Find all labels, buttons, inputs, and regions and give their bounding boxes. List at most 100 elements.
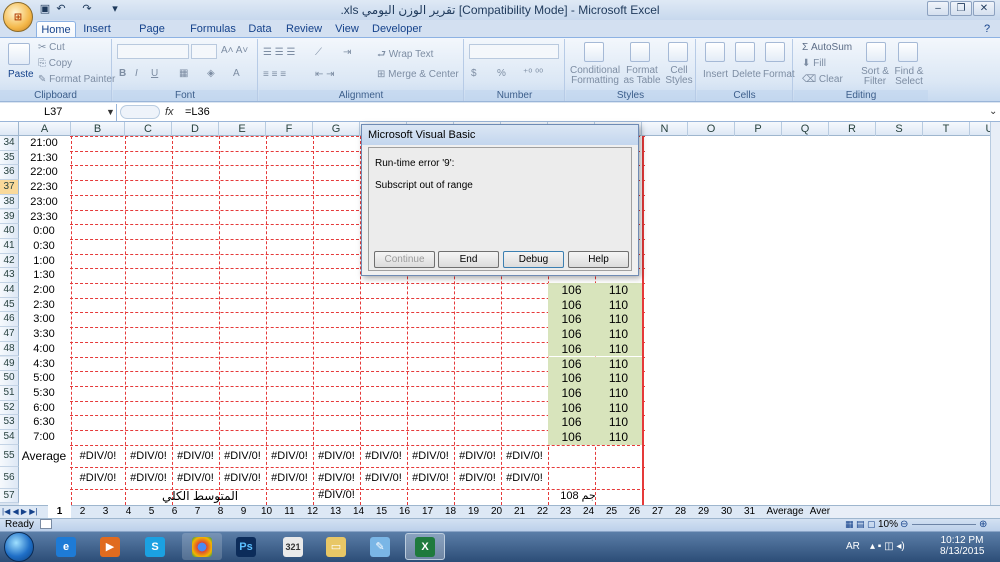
formula-expand-handle[interactable] <box>120 105 160 119</box>
insert-cells-icon[interactable] <box>705 42 725 62</box>
fill-button[interactable]: ⬇ Fill <box>802 58 826 69</box>
value-cell-m[interactable]: 110 <box>595 385 642 401</box>
close-icon[interactable]: ✕ <box>973 1 995 16</box>
sheet-tab[interactable]: 17 <box>416 505 439 518</box>
debug-button[interactable]: Debug <box>503 251 564 268</box>
paste-icon[interactable] <box>8 43 30 65</box>
zoom-out-icon[interactable]: ⊖ <box>900 519 908 530</box>
row-header-39[interactable]: 39 <box>0 209 19 225</box>
tab-view[interactable]: View <box>334 21 360 38</box>
end-button[interactable]: End <box>438 251 499 268</box>
font-color-icon[interactable]: A <box>233 68 240 79</box>
autosum-button[interactable]: Σ AutoSum <box>802 42 852 53</box>
minimize-icon[interactable]: – <box>927 1 949 16</box>
time-cell[interactable]: 1:30 <box>19 268 69 283</box>
column-header-r[interactable]: R <box>829 122 876 136</box>
time-cell[interactable]: 5:00 <box>19 371 69 386</box>
sheet-tab[interactable]: 9 <box>232 505 255 518</box>
time-cell[interactable]: 21:30 <box>19 151 69 166</box>
average-label[interactable]: Average <box>19 445 69 467</box>
grow-font-icon[interactable]: A˄ A˅ <box>221 45 248 56</box>
macro-record-icon[interactable] <box>40 519 52 529</box>
format-cells-icon[interactable] <box>765 42 785 62</box>
sheet-tab[interactable]: 13 <box>324 505 347 518</box>
row-header-50[interactable]: 50 <box>0 371 19 386</box>
column-header-o[interactable]: O <box>688 122 735 136</box>
sheet-tab[interactable]: 29 <box>692 505 715 518</box>
sheet-tab[interactable]: 2 <box>71 505 94 518</box>
sheet-tab[interactable]: 4 <box>117 505 140 518</box>
time-cell[interactable]: 1:00 <box>19 254 69 269</box>
delete-cells-icon[interactable] <box>735 42 755 62</box>
column-header-p[interactable]: P <box>735 122 782 136</box>
bold-icon[interactable]: B <box>119 68 126 79</box>
sheet-tab[interactable]: 22 <box>531 505 554 518</box>
time-cell[interactable]: 3:30 <box>19 327 69 342</box>
time-cell[interactable]: 6:30 <box>19 415 69 430</box>
column-header-g[interactable]: G <box>313 122 360 136</box>
percent-button[interactable]: % <box>497 68 506 79</box>
div-error-cell[interactable]: #DIV/0! <box>125 467 172 489</box>
delete-cells-button[interactable]: Delete <box>732 69 761 80</box>
overall-average-value[interactable]: #DIV/0! <box>313 489 360 501</box>
font-name-select[interactable] <box>117 44 189 59</box>
help-icon[interactable]: ? <box>984 23 990 35</box>
zoom-slider[interactable] <box>912 524 976 525</box>
overall-average-label[interactable]: المتوسط الكلي <box>125 489 275 503</box>
align-top-icons[interactable]: ☰ ☰ ☰ <box>263 47 295 58</box>
row-header-53[interactable]: 53 <box>0 415 19 430</box>
div-error-cell[interactable]: #DIV/0! <box>172 445 219 467</box>
orientation-icon[interactable]: ⟋ <box>315 47 322 58</box>
sheet-tab[interactable]: 11 <box>278 505 301 518</box>
value-cell-m[interactable]: 110 <box>595 400 642 416</box>
name-box[interactable]: L37 <box>0 104 117 121</box>
column-header-a[interactable]: A <box>19 122 71 136</box>
sort-filter-button[interactable]: Sort & Filter <box>858 67 892 87</box>
photoshop-icon[interactable]: Ps <box>236 537 256 557</box>
row-header-38[interactable]: 38 <box>0 194 19 210</box>
format-table-icon[interactable] <box>630 42 650 62</box>
name-box-dropdown-icon[interactable]: ▼ <box>106 107 115 117</box>
div-error-cell[interactable]: #DIV/0! <box>71 467 125 489</box>
column-header-t[interactable]: T <box>923 122 970 136</box>
sheet-tab[interactable]: 8 <box>209 505 232 518</box>
row-header-48[interactable]: 48 <box>0 341 19 357</box>
tab-developer[interactable]: Developer <box>372 21 422 38</box>
value-cell-l[interactable]: 106 <box>548 327 595 342</box>
time-cell[interactable]: 21:00 <box>19 136 69 151</box>
value-cell-m[interactable]: 110 <box>595 371 642 386</box>
row-header-57[interactable]: 57 <box>0 488 19 504</box>
row-header-42[interactable]: 42 <box>0 253 19 269</box>
merge-center-button[interactable]: ⊞ Merge & Center <box>377 69 459 80</box>
decimal-icon[interactable]: ⁺⁰ ⁰⁰ <box>523 68 543 79</box>
time-cell[interactable]: 23:00 <box>19 195 69 210</box>
insert-function-icon[interactable]: fx <box>165 104 174 121</box>
value-cell-l[interactable]: 106 <box>548 356 595 372</box>
copy-button[interactable]: ⎘ Copy <box>38 58 72 69</box>
value-cell-m[interactable]: 110 <box>595 341 642 357</box>
div-error-cell[interactable]: #DIV/0! <box>501 445 548 467</box>
row-header-41[interactable]: 41 <box>0 238 19 254</box>
media-player-icon[interactable]: ▶ <box>100 537 120 557</box>
sheet-nav-icons[interactable]: |◀ ◀ ▶ ▶| <box>2 505 37 518</box>
row-header-40[interactable]: 40 <box>0 224 19 239</box>
decrease-indent-icon[interactable]: ⇤ ⇥ <box>315 69 335 80</box>
sheet-tab[interactable]: 7 <box>186 505 209 518</box>
formula-input[interactable]: =L36 <box>185 104 210 121</box>
div-error-cell[interactable]: #DIV/0! <box>501 467 548 489</box>
format-cells-button[interactable]: Format <box>763 69 795 80</box>
time-cell[interactable]: 2:30 <box>19 298 69 313</box>
value-cell-m[interactable]: 110 <box>595 356 642 372</box>
div-error-cell[interactable]: #DIV/0! <box>454 445 501 467</box>
sheet-tab[interactable]: 1 <box>48 505 71 518</box>
row-header-37[interactable]: 37 <box>0 180 19 195</box>
div-error-cell[interactable]: #DIV/0! <box>266 445 313 467</box>
conditional-formatting-icon[interactable] <box>584 42 604 62</box>
skype-icon[interactable]: S <box>145 537 165 557</box>
tab-home[interactable]: Home <box>36 21 76 38</box>
value-cell-l[interactable]: 106 <box>548 341 595 357</box>
view-buttons[interactable]: ▦ ▤ ▢ <box>845 519 876 530</box>
div-error-cell[interactable]: #DIV/0! <box>266 467 313 489</box>
sheet-tab[interactable]: 31 <box>738 505 761 518</box>
underline-icon[interactable]: U <box>151 68 158 79</box>
